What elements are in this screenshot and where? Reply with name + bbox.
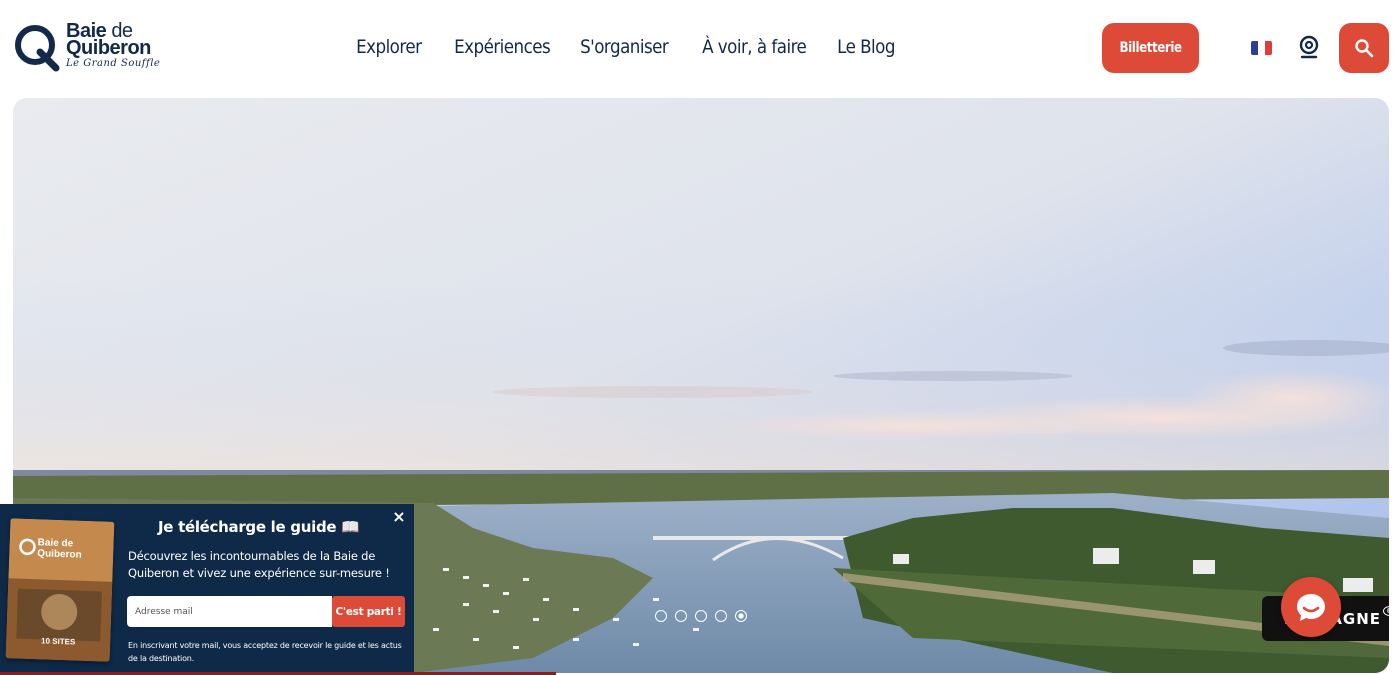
cover-brand-b: Quiberon <box>37 548 82 561</box>
carousel-dot-active[interactable] <box>735 610 747 622</box>
nav-item-le-blog[interactable]: Le Blog <box>823 30 909 64</box>
nav-item-experiences[interactable]: Expériences <box>440 30 564 64</box>
carousel-dot[interactable] <box>655 610 667 622</box>
registered-mark-icon: ® <box>1383 605 1398 616</box>
ticketing-button[interactable]: Billetterie <box>1102 23 1199 73</box>
guide-popup: Baie de Quiberon 10 SITES Je télécharge … <box>0 504 414 672</box>
guide-cover-image: Baie de Quiberon 10 SITES <box>5 518 115 662</box>
map-pin-icon[interactable] <box>1297 35 1321 61</box>
chat-bubble-icon <box>1297 594 1325 621</box>
popup-description: Découvrez les incontournables de la Baie… <box>128 549 390 580</box>
cover-count: 10 SITES <box>41 636 76 646</box>
site-logo[interactable]: Baie de Quiberon Le Grand Souffle <box>12 20 162 76</box>
guide-signup-form: C'est parti ! <box>127 596 405 627</box>
guide-cover-art: Baie de Quiberon 10 SITES <box>5 518 115 662</box>
nav-item-explorer[interactable]: Explorer <box>342 30 436 64</box>
france-flag-icon[interactable] <box>1251 41 1272 55</box>
carousel-dot[interactable] <box>715 610 727 622</box>
search-button[interactable] <box>1339 23 1389 73</box>
carousel-dots <box>655 610 747 622</box>
ticketing-button-label: Billetterie <box>1119 40 1182 56</box>
carousel-dot[interactable] <box>675 610 687 622</box>
email-field[interactable] <box>127 596 332 627</box>
popup-title: Je télécharge le guide 📖 <box>158 518 360 536</box>
page: Baie de Quiberon Le Grand Souffle Explor… <box>0 0 1398 675</box>
close-icon[interactable]: × <box>391 508 407 526</box>
submit-guide-button[interactable]: C'est parti ! <box>332 596 405 627</box>
search-icon <box>1355 39 1374 58</box>
logo-tagline: Le Grand Souffle <box>66 58 161 69</box>
nav-item-s-organiser[interactable]: S'organiser <box>566 30 682 64</box>
carousel-dot[interactable] <box>695 610 707 622</box>
popup-legal-text: En inscrivant votre mail, vous acceptez … <box>128 641 402 663</box>
chat-button[interactable] <box>1281 577 1341 637</box>
logo-q-icon <box>15 25 60 72</box>
logo-text-line2: Quiberon <box>66 37 151 59</box>
nav-item-a-voir-a-faire[interactable]: À voir, à faire <box>688 30 820 64</box>
site-header: Baie de Quiberon Le Grand Souffle Explor… <box>0 0 1398 96</box>
